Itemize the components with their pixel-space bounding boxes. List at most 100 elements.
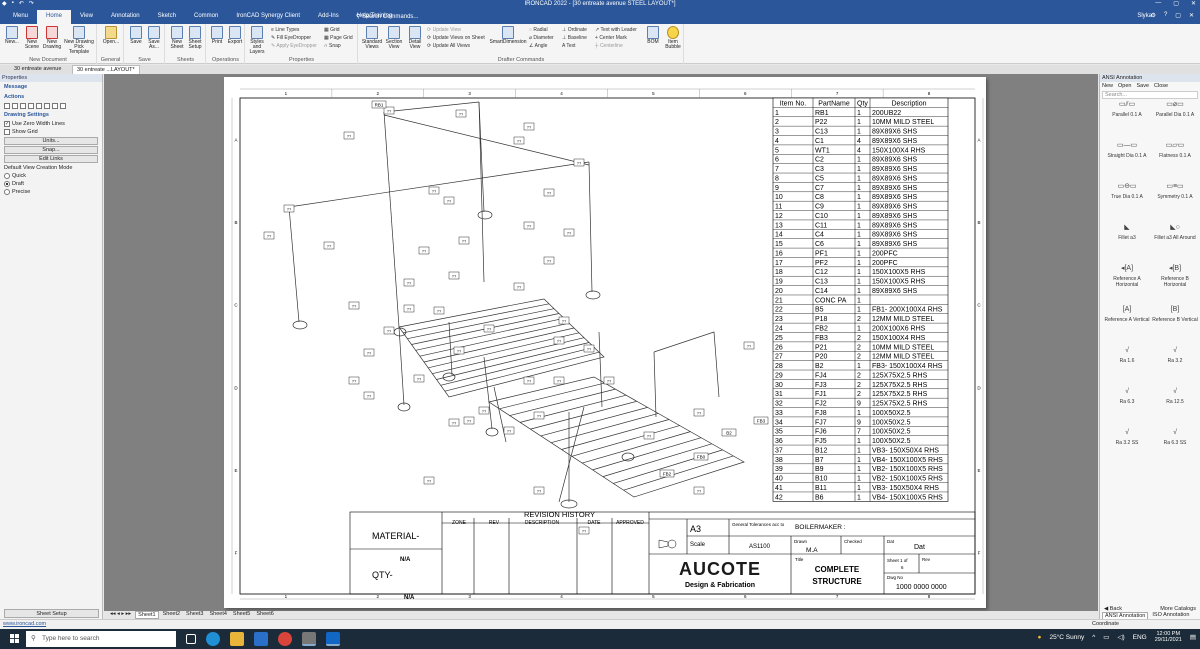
tab-common[interactable]: Common <box>185 10 227 24</box>
sheet-setup-button[interactable]: Sheet Setup <box>185 26 205 50</box>
callout-bubble[interactable]: ?? <box>743 341 755 350</box>
callout-bubble[interactable]: ?? <box>448 418 460 427</box>
callout-bubble[interactable]: ?? <box>343 131 355 140</box>
callout-bubble[interactable]: ?? <box>483 324 495 333</box>
catalog-item[interactable]: ▭⌀▭ Parallel Dia 0.1 A <box>1152 98 1198 118</box>
callout-bubble[interactable]: ?? <box>423 476 435 485</box>
callout-bubble[interactable]: ?? <box>428 186 440 195</box>
update-all-views-button[interactable]: ⟳ Update All Views <box>427 43 470 49</box>
sheet-tab-6[interactable]: Sheet6 <box>254 611 275 619</box>
volume-icon[interactable]: ◁) <box>1117 633 1124 641</box>
chrome-icon[interactable] <box>278 632 292 646</box>
catalog-item[interactable]: ◣ Fillet a3 <box>1104 221 1150 241</box>
callout-bubble[interactable]: ?? <box>363 391 375 400</box>
snap-button[interactable]: ∩ Snap <box>324 43 341 49</box>
tab-addins[interactable]: Add-Ins <box>309 10 348 24</box>
callout-bubble[interactable]: ?? <box>433 306 445 315</box>
save-button[interactable]: Save <box>126 26 146 45</box>
sheet-tab-1[interactable]: Sheet1 <box>135 611 159 619</box>
new-drawing-pick-button[interactable]: New Drawing Pick Template <box>64 26 94 55</box>
callout-bubble[interactable]: ?? <box>523 376 535 385</box>
angle-button[interactable]: ∠ Angle <box>529 43 547 49</box>
help-icon[interactable]: ? <box>1164 12 1167 19</box>
tab-annotation[interactable]: Annotation <box>102 10 149 24</box>
radial-button[interactable]: ◌ Radial <box>529 27 548 33</box>
catalog-item[interactable]: √ Ra 1.6 <box>1104 344 1150 364</box>
callout-bubble[interactable]: ?? <box>558 316 570 325</box>
maximize-icon[interactable]: ▢ <box>1173 0 1179 7</box>
callout-bubble[interactable]: ?? <box>543 256 555 265</box>
catalog-item[interactable]: ◣○ Fillet a3 All Around <box>1152 221 1198 241</box>
weather-icon[interactable]: ● <box>1038 634 1042 641</box>
quick-radio[interactable] <box>4 173 10 179</box>
command-search[interactable]: ⚲ Search Commands... <box>356 13 418 20</box>
update-view-button[interactable]: ⟳ Update View <box>427 27 461 33</box>
language-indicator[interactable]: ENG <box>1133 634 1147 641</box>
task-view-icon[interactable] <box>186 634 196 644</box>
callout-bubble[interactable]: ?? <box>383 326 395 335</box>
save-as-button[interactable]: Save As... <box>144 26 164 50</box>
drawing-settings-section[interactable]: Drawing Settings <box>0 110 102 120</box>
sheet-tab-4[interactable]: Sheet4 <box>207 611 228 619</box>
print-button[interactable]: Print <box>207 26 227 45</box>
catalog-item[interactable]: ◂[B] Reference B Horizontal <box>1152 262 1198 288</box>
edit-links-button[interactable]: Edit Links <box>4 155 98 163</box>
action-icon[interactable] <box>28 103 34 109</box>
sheet-nav-icon[interactable]: ◂◂ ◂ ▸ ▸▸ <box>108 611 133 619</box>
draft-radio[interactable] <box>4 181 10 187</box>
drawing-canvas[interactable]: 1122334455667788AABBCCDDEEFF ?? ?? ?? ??… <box>104 74 1098 611</box>
sheet-tab-5[interactable]: Sheet5 <box>231 611 252 619</box>
taskbar-search[interactable]: ⚲ Type here to search <box>26 631 176 647</box>
network-icon[interactable]: ▭ <box>1103 633 1109 641</box>
smart-dimension-button[interactable]: SmartDimension <box>487 26 529 45</box>
units-button[interactable]: Units... <box>4 137 98 145</box>
clock[interactable]: 12:00 PM 29/11/2021 <box>1155 631 1182 643</box>
callout-bubble[interactable]: ?? <box>458 236 470 245</box>
update-views-sheet-button[interactable]: ⟳ Update Views on Sheet <box>427 35 485 41</box>
mode-draft[interactable]: Draft <box>0 180 102 188</box>
weather-text[interactable]: 25°C Sunny <box>1049 634 1084 641</box>
catalog-item[interactable]: ▭—▭ Straight Dia 0.1 A <box>1104 139 1150 159</box>
sheet-tab-3[interactable]: Sheet3 <box>184 611 205 619</box>
tray-chevron-icon[interactable]: ^ <box>1092 634 1095 641</box>
callout-bubble[interactable]: ?? <box>693 486 705 495</box>
callout-bubble[interactable]: ?? <box>323 241 335 250</box>
website-link[interactable]: www.ironcad.com <box>3 621 46 627</box>
callout-bubble[interactable]: ?? <box>478 406 490 415</box>
catalog-item[interactable]: [B] Reference B Vertical <box>1152 303 1198 323</box>
tab-view[interactable]: View <box>71 10 102 24</box>
ironcad-icon[interactable] <box>302 632 316 646</box>
file-explorer-icon[interactable] <box>230 632 244 646</box>
zero-width-row[interactable]: ✓ Use Zero Width Lines <box>0 120 102 128</box>
callout-bubble[interactable]: ?? <box>513 282 525 291</box>
callout-bubble[interactable]: ?? <box>263 231 275 240</box>
callout-bubble[interactable]: ?? <box>283 204 295 213</box>
snap-settings-button[interactable]: Snap... <box>4 146 98 154</box>
centerline-button[interactable]: ┼ Centerline <box>595 43 623 49</box>
catalog-open-button[interactable]: Open <box>1118 83 1131 89</box>
diameter-button[interactable]: ⌀ Diameter <box>529 35 554 41</box>
catalog-item[interactable]: √ Ra 6.3 SS <box>1152 426 1198 446</box>
catalog-item[interactable]: √ Ra 3.2 SS <box>1104 426 1150 446</box>
catalog-save-button[interactable]: Save <box>1136 83 1149 89</box>
action-icon[interactable] <box>44 103 50 109</box>
callout-rb1[interactable]: RB1 <box>371 100 387 109</box>
action-icon[interactable] <box>60 103 66 109</box>
callout-bubble[interactable]: ?? <box>533 486 545 495</box>
callout-bubble[interactable]: ?? <box>413 374 425 383</box>
restore-icon[interactable]: ▢ <box>1175 12 1181 19</box>
callout-bubble[interactable]: ?? <box>443 196 455 205</box>
new-button[interactable]: New... <box>2 26 22 45</box>
callout-bubble[interactable]: ?? <box>583 344 595 353</box>
callout-fb0[interactable]: FB0 <box>693 452 709 461</box>
zero-width-checkbox[interactable]: ✓ <box>4 121 10 127</box>
callout-b2[interactable]: B2 <box>721 428 737 437</box>
export-button[interactable]: Export <box>225 26 245 45</box>
callout-bubble[interactable]: ?? <box>553 376 565 385</box>
callout-bubble[interactable]: ?? <box>463 416 475 425</box>
action-icon[interactable] <box>36 103 42 109</box>
mode-precise[interactable]: Precise <box>0 188 102 196</box>
callout-bubble[interactable]: ?? <box>455 109 467 118</box>
doc-tab-scene[interactable]: 30 entreate avenue <box>10 65 65 74</box>
sheet-setup-panel-button[interactable]: Sheet Setup <box>4 609 99 618</box>
